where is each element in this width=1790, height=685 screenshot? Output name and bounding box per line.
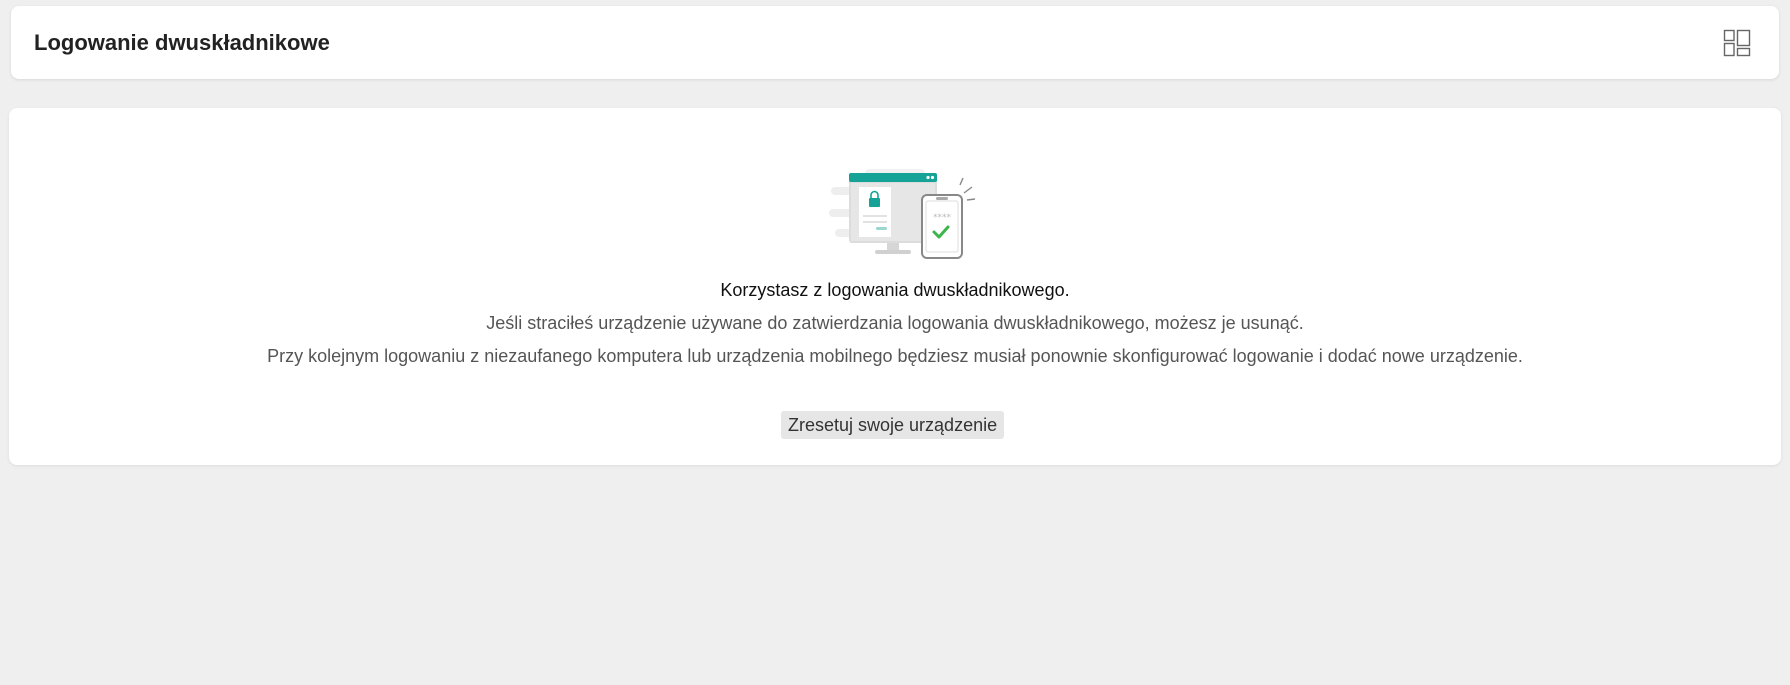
two-factor-card: **** Korzystasz z logowania dwuskładniko… [9,108,1781,465]
page-title: Logowanie dwuskładnikowe [34,30,330,55]
reset-device-button[interactable]: Zresetuj swoje urządzenie [781,411,1005,439]
svg-text:****: **** [933,213,952,223]
reconfigure-info-text: Przy kolejnym logowaniu z niezaufanego k… [267,346,1523,366]
header-card: Logowanie dwuskładnikowe [11,6,1779,79]
layout-toggle-button[interactable] [1723,29,1751,57]
grid-layout-icon [1723,29,1751,57]
two-factor-device-illustration: **** [829,169,975,259]
lost-device-info-text: Jeśli straciłeś urządzenie używane do za… [486,313,1304,333]
two-factor-status-text: Korzystasz z logowania dwuskładnikowego. [720,280,1070,300]
